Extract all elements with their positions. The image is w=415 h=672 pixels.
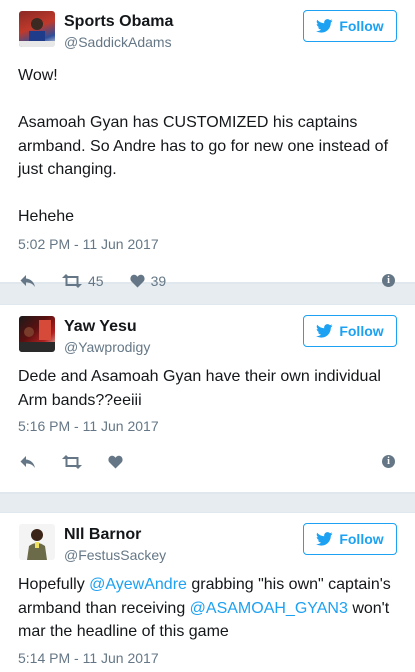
tweet-header: Yaw Yesu @Yawprodigy Follow: [0, 305, 415, 361]
like-icon: [130, 274, 145, 287]
info-icon[interactable]: i: [382, 273, 395, 287]
user-handle[interactable]: @Yawprodigy: [64, 339, 150, 355]
retweet-icon: [62, 455, 82, 469]
info-icon[interactable]: i: [382, 455, 395, 468]
retweet-button[interactable]: [62, 455, 82, 469]
mention-link[interactable]: @ASAMOAH_GYAN3: [190, 600, 348, 617]
follow-button[interactable]: Follow: [303, 315, 397, 347]
tweet-line: Hopefully @AyewAndre grabbing "his own" …: [18, 576, 391, 593]
tweet-card: Yaw Yesu @Yawprodigy Follow Dede and Asa…: [0, 305, 415, 493]
follow-label: Follow: [339, 18, 384, 34]
tweet-text: Hopefully @AyewAndre grabbing "his own" …: [0, 573, 415, 644]
tweet-header: Sports Obama @SaddickAdams Follow: [0, 0, 415, 56]
tweet-line: Asamoah Gyan has CUSTOMIZED his captains: [18, 114, 358, 131]
tweet-card: Sports Obama @SaddickAdams Follow Wow! A…: [0, 0, 415, 289]
tweet-separator: [0, 493, 415, 513]
avatar[interactable]: [19, 524, 55, 560]
user-name[interactable]: Yaw Yesu: [64, 318, 137, 336]
tweet-text: Wow! Asamoah Gyan has CUSTOMIZED his cap…: [0, 64, 415, 229]
follow-label: Follow: [339, 323, 384, 339]
retweet-button[interactable]: 45: [62, 273, 104, 289]
avatar[interactable]: [19, 316, 55, 352]
like-icon: [108, 455, 123, 469]
tweet-line: Wow!: [18, 67, 58, 84]
reply-button[interactable]: [20, 455, 36, 469]
tweet-text: Dede and Asamoah Gyan have their own ind…: [0, 365, 415, 412]
user-handle[interactable]: @FestusSackey: [64, 547, 166, 563]
reply-button[interactable]: [20, 274, 36, 288]
twitter-bird-icon: [316, 532, 333, 546]
twitter-bird-icon: [316, 19, 333, 33]
tweet-line: mar the headline of this game: [18, 623, 229, 640]
tweet-card: NIl Barnor @FestusSackey Follow Hopefull…: [0, 513, 415, 672]
tweet-feed: Sports Obama @SaddickAdams Follow Wow! A…: [0, 0, 415, 672]
like-count: 39: [150, 272, 167, 289]
twitter-bird-icon: [316, 324, 333, 338]
tweet-timestamp[interactable]: 5:16 PM - 11 Jun 2017: [0, 418, 415, 434]
follow-button[interactable]: Follow: [303, 10, 397, 42]
follow-label: Follow: [339, 531, 384, 547]
like-button[interactable]: [108, 455, 123, 469]
tweet-timestamp[interactable]: 5:14 PM - 11 Jun 2017: [0, 650, 415, 666]
reply-icon: [20, 274, 35, 287]
tweet-line: armband. So Andre has to go for new one …: [18, 137, 389, 155]
user-name[interactable]: Sports Obama: [64, 13, 173, 31]
tweet-line: just changing.: [18, 161, 117, 178]
like-button[interactable]: 39: [130, 272, 167, 289]
retweet-count: 45: [88, 272, 104, 289]
tweet-timestamp[interactable]: 5:02 PM - 11 Jun 2017: [0, 236, 415, 252]
tweet-line: armband than receiving @ASAMOAH_GYAN3 wo…: [18, 599, 390, 617]
tweet-header: NIl Barnor @FestusSackey Follow: [0, 513, 415, 569]
tweet-actions: 45 39 i: [0, 261, 415, 301]
reply-icon: [20, 456, 35, 468]
follow-button[interactable]: Follow: [303, 523, 397, 555]
tweet-actions: i: [0, 442, 415, 482]
avatar[interactable]: [19, 11, 55, 47]
retweet-icon: [62, 273, 82, 288]
user-handle[interactable]: @SaddickAdams: [64, 34, 172, 50]
tweet-line: Dede and Asamoah Gyan have their own ind…: [18, 368, 381, 385]
tweet-line: Arm bands??eeiii: [18, 391, 142, 409]
tweet-line: Hehehe: [18, 208, 75, 225]
mention-link[interactable]: @AyewAndre: [89, 576, 187, 593]
user-name[interactable]: NIl Barnor: [64, 526, 141, 544]
